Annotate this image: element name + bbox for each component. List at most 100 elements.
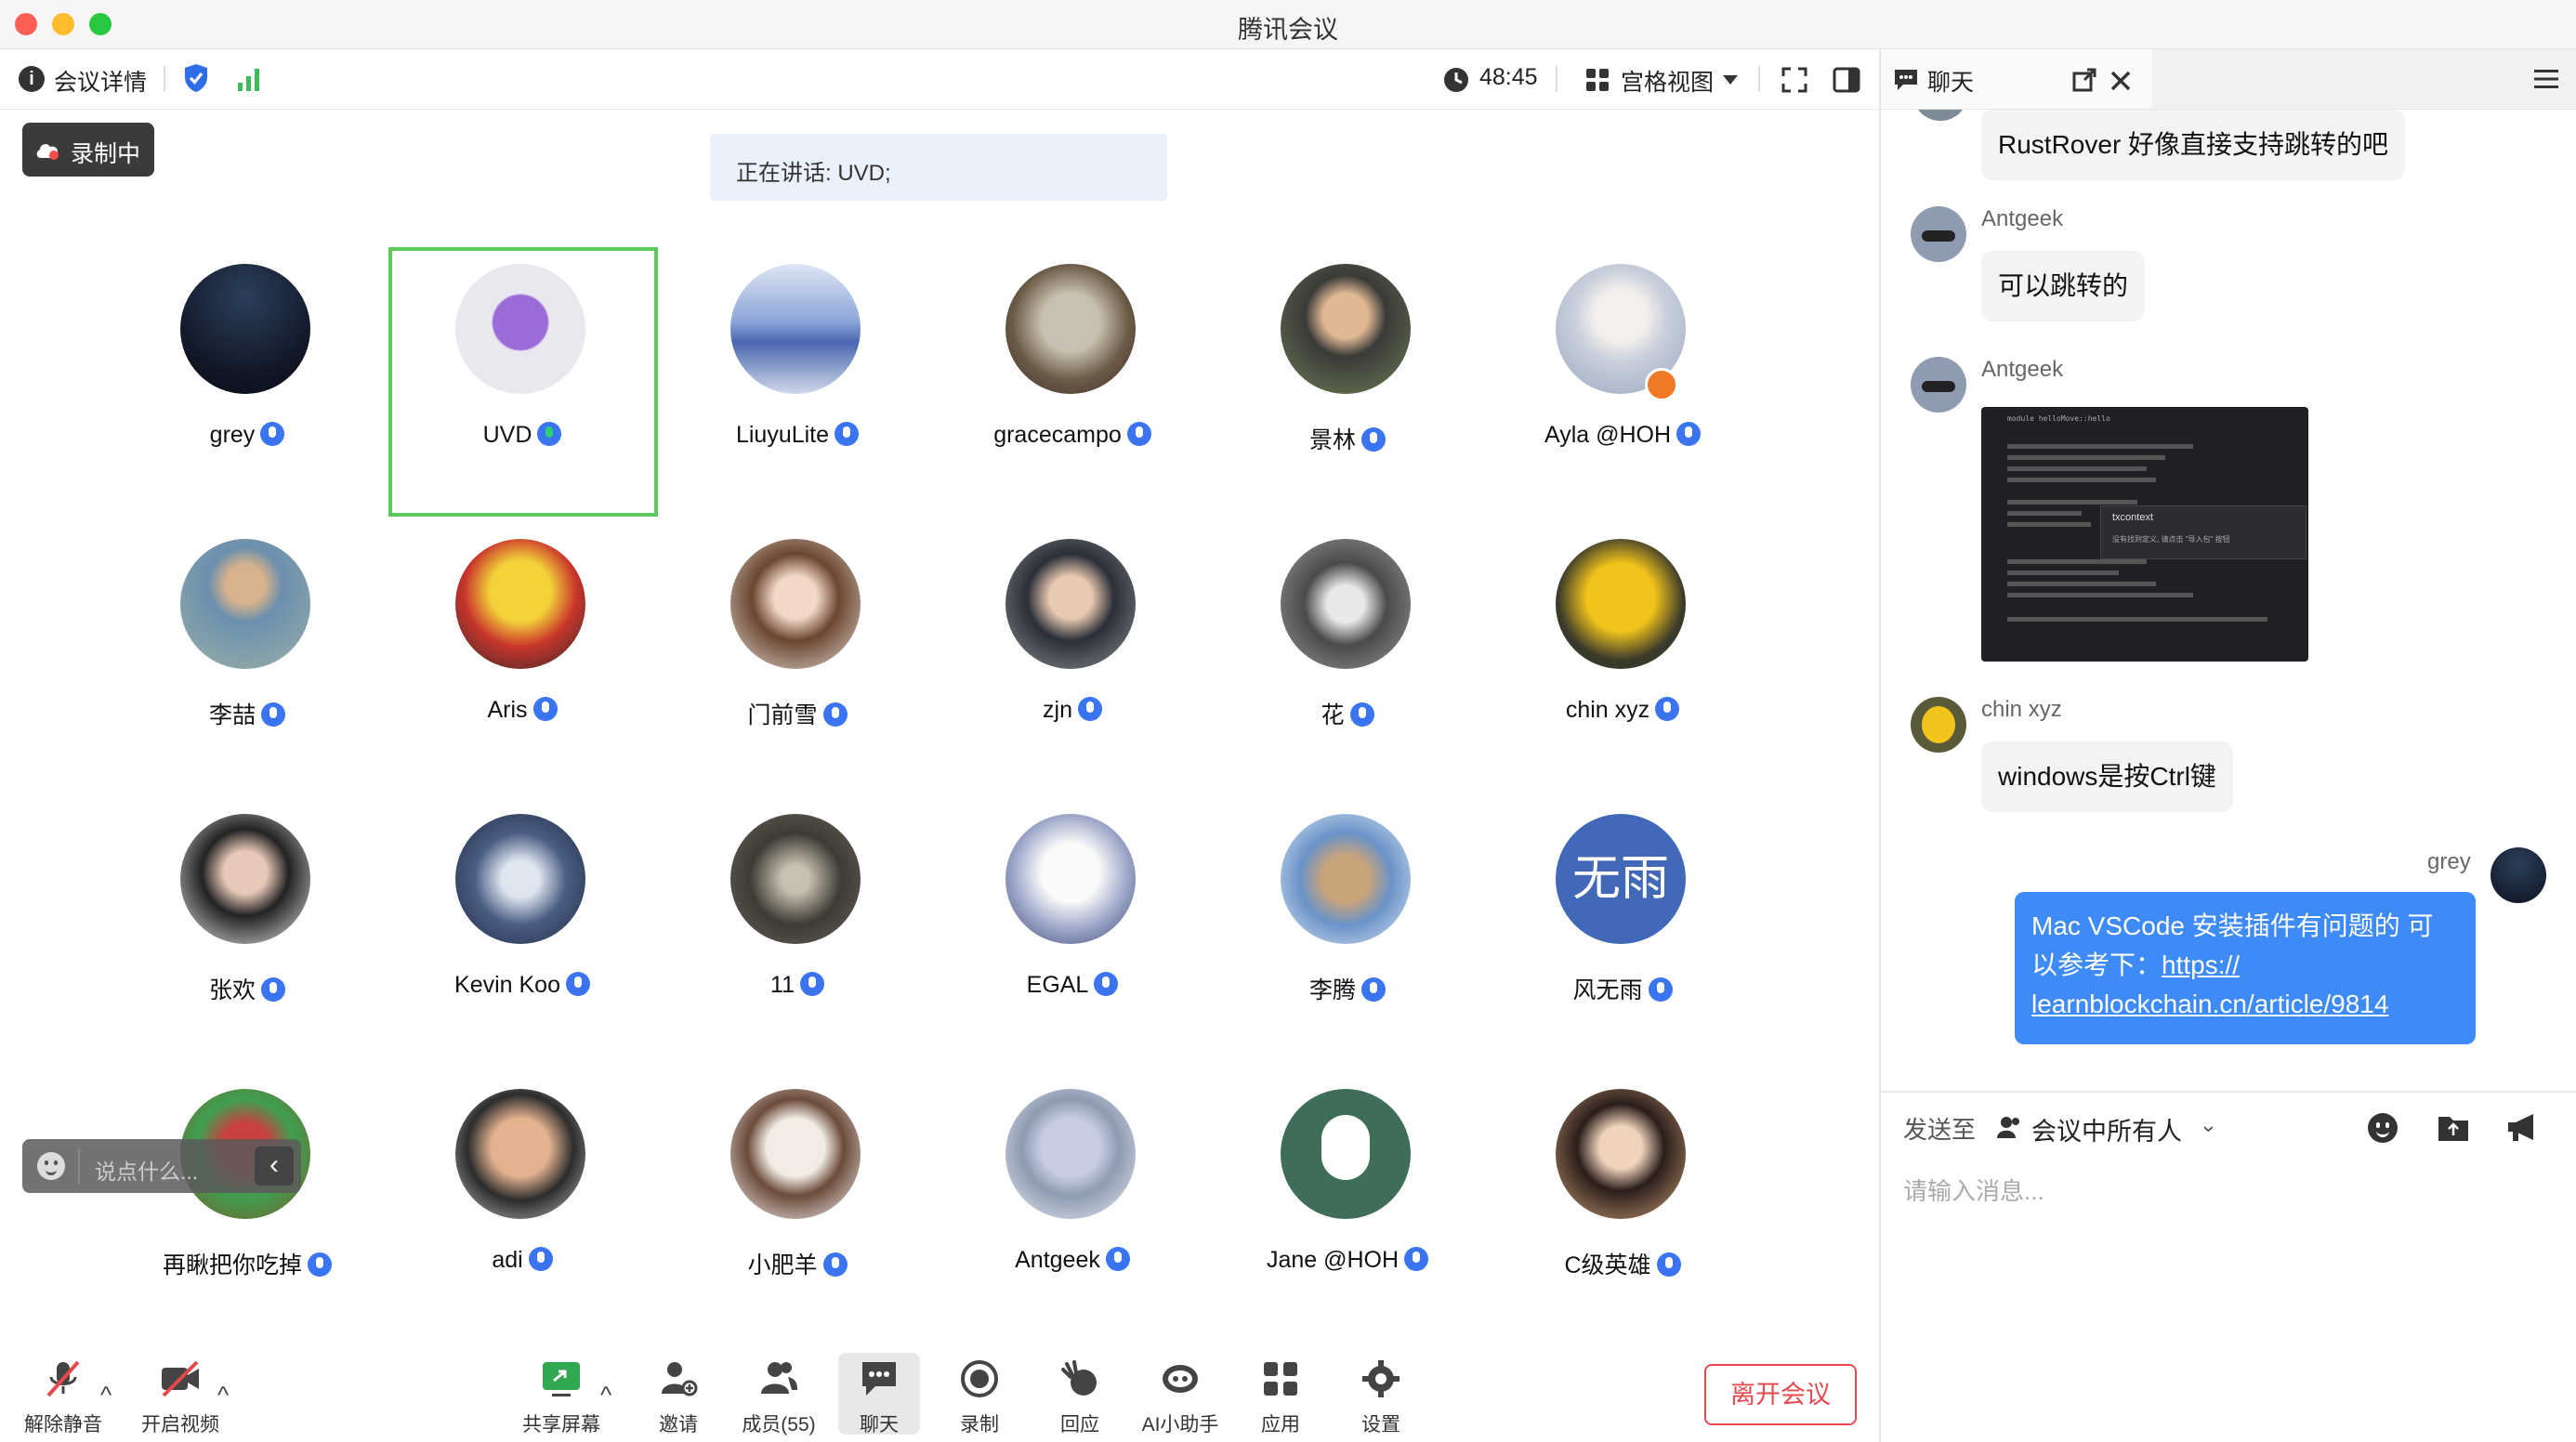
participant-tile[interactable]: grey	[110, 247, 385, 507]
participant-tile[interactable]: 花	[1210, 522, 1485, 782]
emoji-icon[interactable]	[2368, 1113, 2398, 1143]
participant-name-text: 李腾	[1308, 977, 1356, 1003]
leave-meeting-button[interactable]: 离开会议	[1704, 1364, 1857, 1425]
settings-button[interactable]: 设置	[1338, 1357, 1424, 1437]
apps-grid-icon	[1264, 1362, 1297, 1396]
avatar	[455, 1089, 585, 1219]
participant-name: chin xyz	[1485, 697, 1760, 724]
participant-tile[interactable]: 李腾	[1210, 797, 1485, 1057]
active-speaker-banner: 正在讲话: UVD;	[710, 134, 1167, 201]
participant-name-text: Ayla @HOH	[1544, 422, 1672, 448]
participant-name-text: 小肥羊	[747, 1252, 818, 1278]
chevron-down-icon[interactable]: ›	[2198, 1125, 2222, 1132]
chat-title: 聊天	[1927, 70, 1975, 96]
mic-status-icon	[1648, 977, 1673, 1002]
react-button[interactable]: 回应	[1037, 1357, 1123, 1437]
participant-tile[interactable]: 无雨 风无雨	[1485, 797, 1760, 1057]
start-video-button[interactable]: 开启视频	[138, 1357, 223, 1437]
share-screen-button[interactable]: 共享屏幕	[519, 1357, 604, 1437]
emoji-icon[interactable]	[37, 1152, 65, 1180]
participant-name: 门前雪	[660, 697, 935, 730]
participant-tile[interactable]: Aris	[385, 522, 660, 782]
recipient-selector[interactable]: 会议中所有人	[2031, 1111, 2182, 1147]
participant-tile[interactable]: 张欢	[110, 797, 385, 1057]
menu-icon[interactable]	[2533, 68, 2559, 90]
participant-tile[interactable]: 小肥羊	[660, 1072, 935, 1332]
members-button[interactable]: 成员(55)	[736, 1357, 821, 1437]
avatar	[455, 539, 585, 669]
grid-view-icon[interactable]	[1585, 68, 1610, 92]
participant-name: grey	[110, 422, 385, 449]
chat-button[interactable]: 聊天	[836, 1357, 922, 1437]
react-label: 回应	[1060, 1414, 1099, 1435]
chat-image-attachment[interactable]: module helloMove::hello txcontext 没有找到定义…	[1981, 407, 2308, 662]
ai-assistant-label: AI小助手	[1141, 1414, 1219, 1435]
participant-tile[interactable]: Kevin Koo	[385, 797, 660, 1057]
code-tooltip-text: 没有找到定义, 请点击 "导入包" 按钮	[2112, 535, 2230, 544]
view-mode-dropdown[interactable]: 宫格视图	[1621, 64, 1714, 98]
participant-tile[interactable]: chin xyz	[1485, 522, 1760, 782]
participant-tile[interactable]: EGAL	[935, 797, 1210, 1057]
ai-assistant-button[interactable]: AI小助手	[1137, 1357, 1223, 1437]
unmute-button[interactable]: 解除静音	[20, 1357, 106, 1437]
participant-tile[interactable]: adi	[385, 1072, 660, 1332]
mic-status-icon	[532, 697, 558, 721]
chat-sender: chin xyz	[1981, 697, 2062, 722]
shield-icon[interactable]	[182, 62, 210, 94]
chat-message-input[interactable]: 请输入消息...	[1903, 1173, 2044, 1207]
avatar	[180, 264, 310, 394]
recording-badge[interactable]: 录制中	[22, 123, 154, 177]
participant-tile[interactable]: gracecampo	[935, 247, 1210, 507]
meeting-info-button[interactable]: 会议详情	[54, 64, 147, 98]
participant-tile[interactable]: 门前雪	[660, 522, 935, 782]
close-icon[interactable]	[2109, 70, 2132, 92]
avatar	[730, 539, 861, 669]
share-options-chevron-icon[interactable]: ^	[600, 1381, 611, 1409]
participant-tile[interactable]: C级英雄	[1485, 1072, 1760, 1332]
participant-name: EGAL	[935, 972, 1210, 999]
participant-tile[interactable]: Ayla @HOH	[1485, 247, 1760, 507]
invite-button[interactable]: 邀请	[636, 1357, 721, 1437]
folder-icon[interactable]	[2437, 1113, 2470, 1143]
info-icon[interactable]: i	[19, 66, 45, 92]
chevron-down-icon[interactable]	[1723, 75, 1738, 85]
participant-tile[interactable]: Antgeek	[935, 1072, 1210, 1332]
mic-status-icon	[308, 1252, 332, 1277]
message-link[interactable]: https://	[2162, 950, 2240, 979]
share-screen-icon	[543, 1362, 580, 1396]
participant-tile[interactable]: 再瞅把你吃掉	[110, 1072, 385, 1332]
avatar	[1911, 206, 1966, 262]
avatar	[730, 264, 861, 394]
record-icon	[961, 1360, 998, 1397]
megaphone-icon[interactable]	[2505, 1111, 2541, 1143]
chat-bubble-icon	[862, 1362, 896, 1396]
participant-name: C级英雄	[1485, 1247, 1760, 1280]
participant-tile[interactable]: zjn	[935, 522, 1210, 782]
fullscreen-icon[interactable]	[1781, 66, 1808, 94]
signal-icon[interactable]	[236, 66, 264, 92]
record-button[interactable]: 录制	[937, 1357, 1022, 1437]
participant-tile[interactable]: LiuyuLite	[660, 247, 935, 507]
reaction-hand-icon	[1061, 1360, 1097, 1396]
quick-reply-bar[interactable]: 说点什么... ‹	[22, 1139, 301, 1193]
participant-name: 风无雨	[1485, 972, 1760, 1005]
participant-name-text: Kevin Koo	[454, 972, 560, 998]
participant-name-text: grey	[209, 422, 256, 448]
quick-reply-input[interactable]: 说点什么...	[95, 1154, 198, 1186]
participant-name-text: 花	[1321, 702, 1345, 728]
side-panel-icon[interactable]	[1833, 66, 1860, 94]
video-options-chevron-icon[interactable]: ^	[217, 1381, 229, 1409]
participant-tile[interactable]: 11	[660, 797, 935, 1057]
participant-tile[interactable]: 李喆	[110, 522, 385, 782]
apps-button[interactable]: 应用	[1238, 1357, 1323, 1437]
avatar	[730, 1089, 861, 1219]
participant-name: 11	[660, 972, 935, 999]
collapse-icon[interactable]: ‹	[255, 1147, 294, 1186]
audio-options-chevron-icon[interactable]: ^	[100, 1381, 112, 1409]
participant-tile[interactable]: 景林	[1210, 247, 1485, 507]
message-link[interactable]: learnblockchain.cn/article/9814	[2031, 985, 2459, 1024]
participant-name: 李喆	[110, 697, 385, 730]
pop-out-icon[interactable]	[2072, 68, 2096, 92]
ai-robot-icon	[1163, 1365, 1198, 1393]
participant-tile[interactable]: Jane @HOH	[1210, 1072, 1485, 1332]
